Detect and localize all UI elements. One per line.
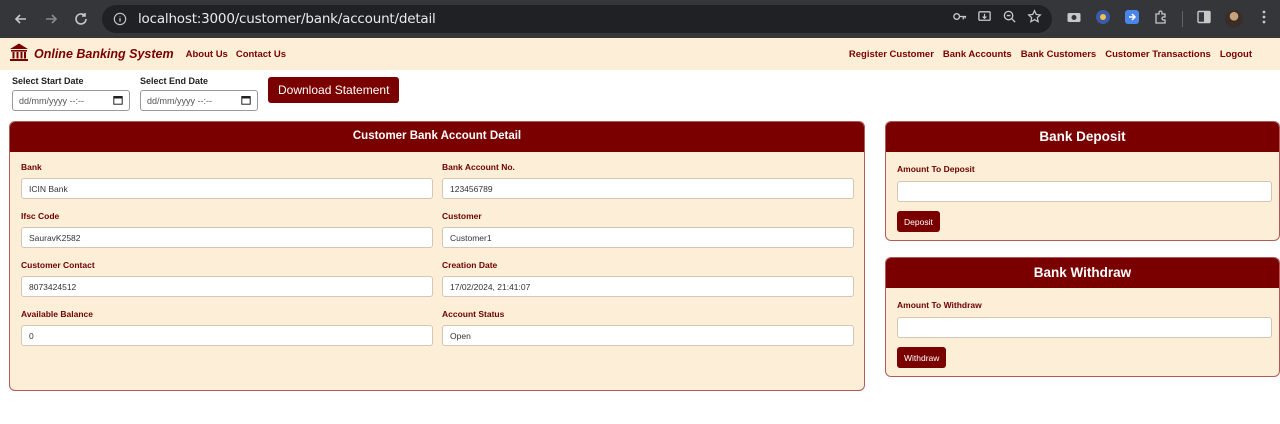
nav-register-customer[interactable]: Register Customer	[849, 49, 934, 60]
start-date-input[interactable]: dd/mm/yyyy --:--	[12, 90, 130, 111]
nav-about-us[interactable]: About Us	[186, 49, 228, 60]
nav-bank-customers[interactable]: Bank Customers	[1021, 49, 1097, 60]
creation-date-field[interactable]: 17/02/2024, 21:41:07	[442, 276, 854, 297]
install-icon[interactable]	[977, 9, 992, 29]
account-number-field[interactable]: 123456789	[442, 178, 854, 199]
zoom-icon[interactable]	[1002, 9, 1017, 29]
deposit-button[interactable]: Deposit	[897, 211, 940, 232]
url-text[interactable]: localhost:3000/customer/bank/account/det…	[138, 11, 436, 27]
withdraw-title: Bank Withdraw	[886, 258, 1279, 288]
deposit-title: Bank Deposit	[886, 122, 1279, 152]
sidepanel-icon[interactable]	[1196, 9, 1212, 30]
toolbar-separator	[1182, 11, 1183, 27]
calendar-icon[interactable]	[241, 95, 251, 107]
end-date-label: Select End Date	[140, 76, 209, 86]
browser-toolbar: localhost:3000/customer/bank/account/det…	[0, 0, 1280, 38]
nav-bank-accounts[interactable]: Bank Accounts	[943, 49, 1012, 60]
info-icon[interactable]	[112, 11, 128, 27]
field-bank: Bank ICIN Bank	[21, 162, 433, 199]
account-detail-title: Customer Bank Account Detail	[10, 122, 864, 152]
field-label: Customer Contact	[21, 260, 95, 270]
puzzle-icon[interactable]	[1124, 9, 1140, 30]
field-label: Customer	[442, 211, 482, 221]
bank-withdraw-card: Bank Withdraw Amount To Withdraw Withdra…	[885, 257, 1280, 377]
camera-icon[interactable]	[1066, 9, 1082, 30]
start-date-label: Select Start Date	[12, 76, 84, 86]
customer-contact-field[interactable]: 8073424512	[21, 276, 433, 297]
available-balance-field[interactable]: 0	[21, 325, 433, 346]
field-label: Ifsc Code	[21, 211, 60, 221]
deposit-amount-input[interactable]	[897, 181, 1272, 202]
ifsc-field[interactable]: SauravK2582	[21, 227, 433, 248]
field-customer: Customer Customer1	[442, 211, 854, 248]
deposit-amount-label: Amount To Deposit	[897, 164, 975, 174]
field-balance: Available Balance 0	[21, 309, 433, 346]
withdraw-amount-label: Amount To Withdraw	[897, 300, 982, 310]
field-ifsc: Ifsc Code SauravK2582	[21, 211, 433, 248]
nav-logout[interactable]: Logout	[1220, 49, 1252, 60]
field-creation-date: Creation Date 17/02/2024, 21:41:07	[442, 260, 854, 297]
bank-field[interactable]: ICIN Bank	[21, 178, 433, 199]
brand[interactable]: Online Banking System	[8, 42, 174, 67]
start-date-placeholder: dd/mm/yyyy --:--	[19, 95, 84, 106]
reload-icon[interactable]	[66, 4, 96, 34]
back-icon[interactable]	[6, 4, 36, 34]
account-detail-card: Customer Bank Account Detail Bank ICIN B…	[9, 121, 865, 391]
menu-icon[interactable]	[1256, 9, 1272, 30]
withdraw-amount-input[interactable]	[897, 317, 1272, 338]
field-label: Available Balance	[21, 309, 93, 319]
address-bar[interactable]: localhost:3000/customer/bank/account/det…	[102, 5, 1052, 33]
forward-icon[interactable]	[36, 4, 66, 34]
nav-customer-transactions[interactable]: Customer Transactions	[1105, 49, 1211, 60]
key-icon[interactable]	[952, 9, 967, 29]
field-label: Account Status	[442, 309, 505, 319]
brand-title[interactable]: Online Banking System	[34, 47, 174, 61]
nav-contact-us[interactable]: Contact Us	[236, 49, 286, 60]
statement-bar: Select Start Date dd/mm/yyyy --:-- Selec…	[0, 70, 1280, 112]
end-date-input[interactable]: dd/mm/yyyy --:--	[140, 90, 258, 111]
account-status-field[interactable]: Open	[442, 325, 854, 346]
profile-avatar[interactable]	[1225, 10, 1243, 28]
star-icon[interactable]	[1027, 9, 1042, 29]
end-date-placeholder: dd/mm/yyyy --:--	[147, 95, 212, 106]
field-contact: Customer Contact 8073424512	[21, 260, 433, 297]
field-account-no: Bank Account No. 123456789	[442, 162, 854, 199]
extensions-puzzle-icon[interactable]	[1153, 9, 1169, 30]
field-label: Bank Account No.	[442, 162, 515, 172]
field-label: Creation Date	[442, 260, 498, 270]
field-status: Account Status Open	[442, 309, 854, 346]
app-navbar: Online Banking System About Us Contact U…	[0, 38, 1280, 70]
customer-field[interactable]: Customer1	[442, 227, 854, 248]
download-statement-button[interactable]: Download Statement	[268, 77, 400, 103]
field-label: Bank	[21, 162, 42, 172]
bank-deposit-card: Bank Deposit Amount To Deposit Deposit	[885, 121, 1280, 241]
withdraw-button[interactable]: Withdraw	[897, 347, 947, 368]
extension-icon[interactable]	[1095, 9, 1111, 30]
bank-logo-icon	[8, 42, 30, 67]
calendar-icon[interactable]	[113, 95, 123, 107]
